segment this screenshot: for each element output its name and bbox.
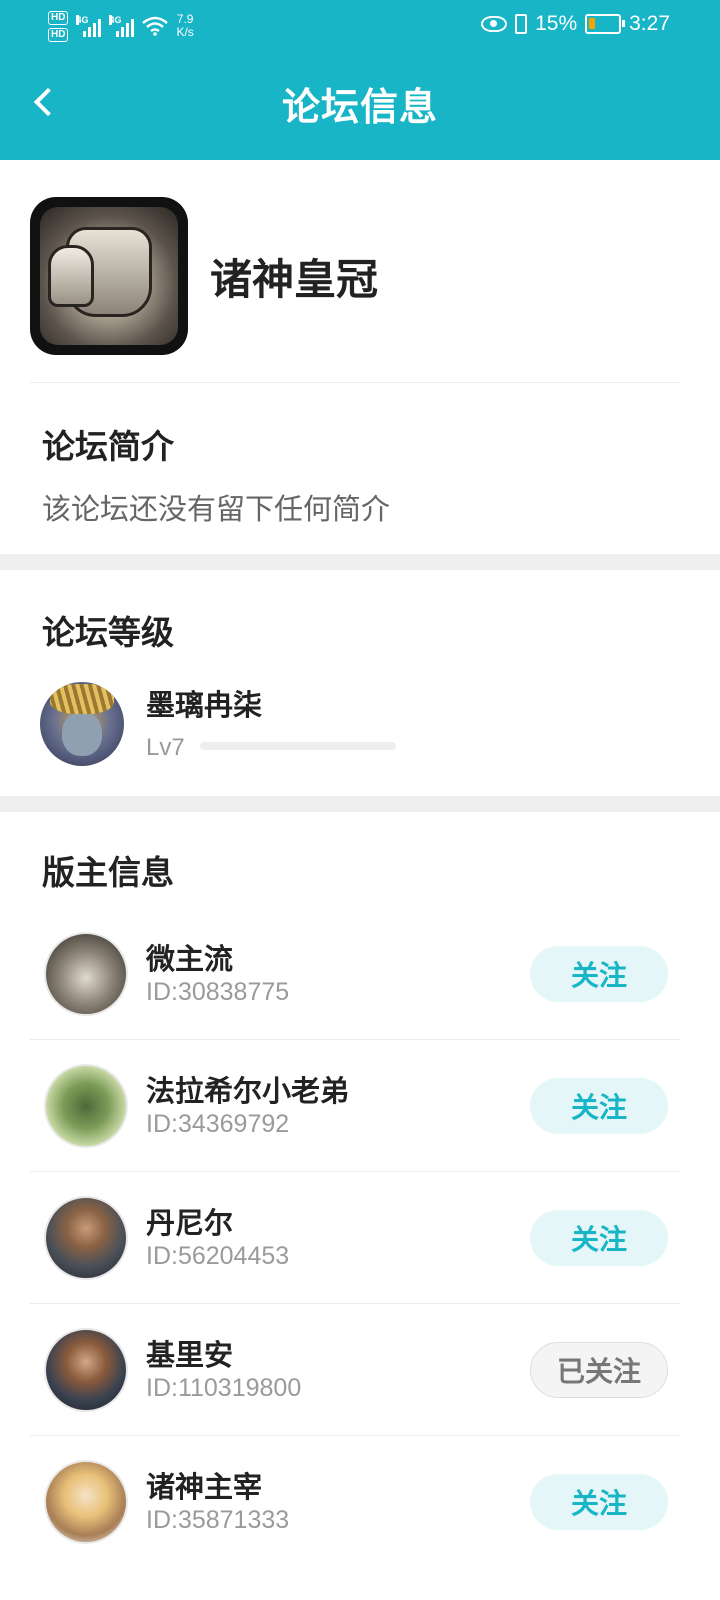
vibrate-icon	[515, 14, 528, 34]
status-left: HD HD 4G 4G 7.9 K/s	[48, 6, 194, 46]
hd-badge-2: HD	[48, 27, 69, 42]
hd-badge-1: HD	[48, 10, 69, 25]
avatar[interactable]	[44, 1064, 128, 1148]
moderator-name[interactable]: 诸神主宰	[146, 1464, 262, 1506]
avatar[interactable]	[44, 932, 128, 1016]
intro-text: 该论坛还没有留下任何简介	[42, 492, 391, 526]
avatar[interactable]	[44, 1328, 128, 1412]
battery-percent: 15%	[535, 12, 578, 35]
follow-button[interactable]: 关注	[530, 1078, 668, 1134]
level-user-name[interactable]: 墨璃冉柒	[146, 682, 262, 724]
follow-button[interactable]: 关注	[530, 1474, 668, 1530]
moderator-row: 诸神主宰 ID:35871333 关注	[30, 1436, 680, 1568]
moderator-name[interactable]: 微主流	[146, 936, 233, 978]
network-speed: 7.9 K/s	[176, 12, 194, 39]
battery-icon	[585, 14, 626, 34]
followed-button[interactable]: 已关注	[530, 1342, 668, 1398]
wifi-icon	[142, 16, 169, 36]
eye-icon	[481, 16, 508, 32]
moderator-name[interactable]: 法拉希尔小老弟	[146, 1068, 349, 1110]
moderator-id: ID:34369792	[146, 1110, 290, 1138]
avatar[interactable]	[40, 682, 124, 766]
moderator-row: 丹尼尔 ID:56204453 关注	[30, 1172, 680, 1304]
clock: 3:27	[629, 12, 670, 35]
signal-icon-2: 4G	[109, 15, 135, 37]
avatar[interactable]	[44, 1460, 128, 1544]
avatar[interactable]	[44, 1196, 128, 1280]
divider	[30, 382, 680, 383]
status-bar: HD HD 4G 4G 7.9 K/s 15% 3:27	[0, 0, 720, 50]
moderator-name[interactable]: 基里安	[146, 1332, 233, 1374]
moderator-id: ID:35871333	[146, 1506, 290, 1534]
status-right: 15% 3:27	[481, 8, 670, 40]
forum-logo	[30, 197, 188, 355]
level-heading: 论坛等级	[42, 613, 174, 652]
forum-header: 诸神皇冠	[30, 196, 680, 356]
section-gap	[0, 796, 720, 812]
section-gap	[0, 554, 720, 570]
intro-heading: 论坛简介	[42, 427, 174, 466]
app-header: HD HD 4G 4G 7.9 K/s 15% 3:27 论坛信息	[0, 0, 720, 160]
level-progress-bar	[200, 742, 396, 750]
level-label: Lv7	[146, 734, 185, 761]
moderators-heading: 版主信息	[42, 853, 174, 892]
moderator-id: ID:110319800	[146, 1374, 302, 1402]
moderator-row: 法拉希尔小老弟 ID:34369792 关注	[30, 1040, 680, 1172]
moderator-id: ID:56204453	[146, 1242, 290, 1270]
signal-icon: 4G	[76, 15, 102, 37]
page-title: 论坛信息	[281, 85, 438, 129]
follow-button[interactable]: 关注	[530, 946, 668, 1002]
moderator-name[interactable]: 丹尼尔	[146, 1200, 233, 1242]
moderator-row: 微主流 ID:30838775 关注	[30, 908, 680, 1040]
forum-name: 诸神皇冠	[210, 254, 379, 304]
moderator-id: ID:30838775	[146, 978, 290, 1006]
moderator-row: 基里安 ID:110319800 已关注	[30, 1304, 680, 1436]
follow-button[interactable]: 关注	[530, 1210, 668, 1266]
helmet-icon	[48, 245, 94, 307]
